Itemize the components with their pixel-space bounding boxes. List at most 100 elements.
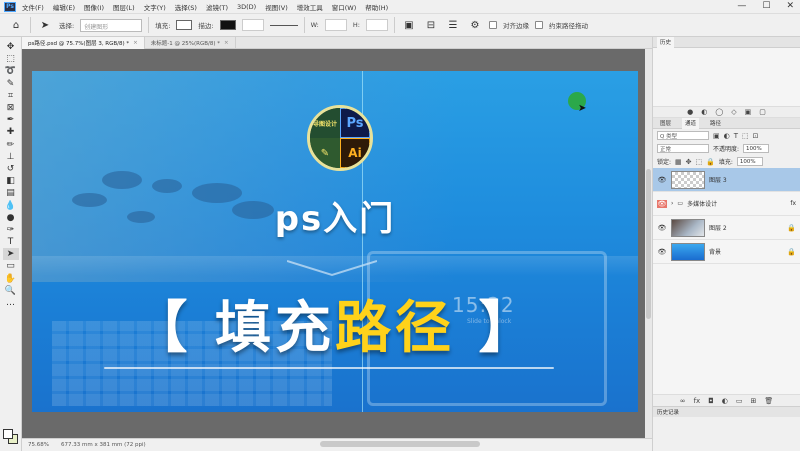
path-operations-icon[interactable]: ▣ <box>401 17 417 33</box>
blend-mode-select[interactable]: 正常 <box>657 144 709 153</box>
layer-name[interactable]: 背景 <box>709 247 783 256</box>
menu-select[interactable]: 选择(S) <box>175 2 197 12</box>
chevron-right-icon[interactable]: › <box>671 200 673 207</box>
menu-help[interactable]: 帮助(H) <box>365 2 388 12</box>
healing-brush-tool-icon[interactable]: ✚ <box>3 126 19 138</box>
camera-icon[interactable]: ▣ <box>745 108 752 116</box>
pen-tool-icon[interactable]: ✑ <box>3 224 19 236</box>
eye-icon[interactable]: 👁 <box>657 248 667 256</box>
path-icon[interactable]: ◇ <box>731 108 736 116</box>
type-filter-icon[interactable]: T <box>734 132 738 140</box>
group-icon[interactable]: ▭ <box>736 397 743 405</box>
fill-field[interactable]: 100% <box>736 157 763 166</box>
tab-channels[interactable]: 通道 <box>682 117 700 129</box>
menu-file[interactable]: 文件(F) <box>22 2 44 12</box>
maximize-icon[interactable]: ☐ <box>762 1 770 11</box>
quick-select-tool-icon[interactable]: ✎ <box>3 78 19 90</box>
fx-icon[interactable]: fx <box>790 200 796 207</box>
stroke-type-select[interactable] <box>269 24 298 26</box>
more-tools-icon[interactable]: … <box>3 297 19 309</box>
tab-history-record[interactable]: 历史记录 <box>653 406 800 417</box>
menu-3d[interactable]: 3D(D) <box>237 3 256 11</box>
gear-icon[interactable]: ⚙ <box>467 17 483 33</box>
brush-icon[interactable]: ◐ <box>701 108 707 116</box>
document-canvas[interactable]: 15:22 Slide to unlock 导图设计 Ps ✎ Ai ps入门 … <box>32 71 638 412</box>
layer-name[interactable]: 多媒体设计 <box>687 199 786 208</box>
height-field[interactable] <box>365 19 388 31</box>
adjustment-layer-icon[interactable]: ◐ <box>722 397 728 405</box>
adjustment-filter-icon[interactable]: ◐ <box>724 132 730 140</box>
crop-tool-icon[interactable]: ⌗ <box>3 90 19 102</box>
zoom-tool-icon[interactable]: 🔍 <box>3 285 19 297</box>
eye-icon[interactable]: 👁 <box>657 224 667 232</box>
type-tool-icon[interactable]: T <box>3 236 19 248</box>
layer-kind-select[interactable]: Q 类型 <box>657 131 709 140</box>
tab-layers[interactable]: 图层 <box>657 119 674 127</box>
shape-tool-icon[interactable]: ▭ <box>3 260 19 272</box>
path-selection-tool-icon[interactable]: ➤ <box>37 17 53 33</box>
zoom-level[interactable]: 75.68% <box>28 442 49 448</box>
gradient-tool-icon[interactable]: ▤ <box>3 187 19 199</box>
trash-icon[interactable]: 🗑 <box>764 397 773 405</box>
vertical-scrollbar[interactable] <box>645 49 652 438</box>
dodge-tool-icon[interactable]: ● <box>3 212 19 224</box>
lasso-tool-icon[interactable]: ➰ <box>3 65 19 77</box>
tab-paths[interactable]: 路径 <box>707 119 724 127</box>
eyedropper-tool-icon[interactable]: ✒ <box>3 114 19 126</box>
lock-position-icon[interactable]: ✥ <box>686 158 692 166</box>
constrain-path-checkbox[interactable] <box>534 21 543 29</box>
fill-swatch[interactable] <box>176 20 193 30</box>
stamp-tool-icon[interactable]: ⊥ <box>3 151 19 163</box>
align-edges-checkbox[interactable] <box>488 21 497 29</box>
close-icon[interactable]: ✕ <box>786 1 794 11</box>
menu-filter[interactable]: 滤镜(T) <box>206 2 228 12</box>
canvas-area[interactable]: 15:22 Slide to unlock 导图设计 Ps ✎ Ai ps入门 … <box>22 49 652 438</box>
lock-pixels-icon[interactable]: ▦ <box>675 158 682 166</box>
fx-icon[interactable]: fx <box>694 397 701 405</box>
adjust-icon[interactable]: ◯ <box>715 108 723 116</box>
close-tab-icon[interactable]: × <box>133 40 138 46</box>
path-arrangement-icon[interactable]: ☰ <box>445 17 461 33</box>
layer-row[interactable]: 👁 背景 🔒 <box>653 240 800 264</box>
opacity-field[interactable]: 100% <box>743 144 770 153</box>
minimize-icon[interactable]: — <box>737 1 746 11</box>
menu-view[interactable]: 视图(V) <box>265 2 288 12</box>
stroke-width-field[interactable] <box>241 19 264 31</box>
menu-window[interactable]: 窗口(W) <box>332 2 357 12</box>
layer-row[interactable]: 👁 图层 2 🔒 <box>653 216 800 240</box>
layer-group-row[interactable]: 👁 › ▭ 多媒体设计 fx <box>653 192 800 216</box>
layer-name[interactable]: 图层 2 <box>709 223 783 232</box>
eye-icon[interactable]: 👁 <box>657 176 667 184</box>
new-layer-icon[interactable]: ⊞ <box>750 397 756 405</box>
swatch-icon[interactable]: ● <box>687 108 693 116</box>
mask-icon[interactable]: ◘ <box>708 397 714 405</box>
blur-tool-icon[interactable]: 💧 <box>3 199 19 211</box>
width-field[interactable] <box>324 19 347 31</box>
close-tab-icon[interactable]: × <box>224 40 229 46</box>
menu-layer[interactable]: 图层(L) <box>113 2 135 12</box>
shape-mode-select[interactable]: 创建图形 <box>80 18 143 32</box>
frame-tool-icon[interactable]: ⊠ <box>3 102 19 114</box>
tab-history[interactable]: 历史 <box>657 36 675 48</box>
lock-artboard-icon[interactable]: ⬚ <box>696 158 703 166</box>
vertical-scrollbar-thumb[interactable] <box>646 169 651 319</box>
link-icon[interactable]: ∞ <box>680 397 686 405</box>
layer-name[interactable]: 图层 3 <box>709 175 796 184</box>
smart-object-filter-icon[interactable]: ⊡ <box>753 132 759 140</box>
menu-image[interactable]: 图像(I) <box>84 2 104 12</box>
menu-plugins[interactable]: 增效工具 <box>297 2 323 12</box>
marquee-tool-icon[interactable]: ⬚ <box>3 53 19 65</box>
path-alignment-icon[interactable]: ⊟ <box>423 17 439 33</box>
foreground-color-swatch[interactable] <box>3 429 13 439</box>
move-tool-icon[interactable]: ✥ <box>3 41 19 53</box>
eraser-tool-icon[interactable]: ◧ <box>3 175 19 187</box>
horizontal-scrollbar-thumb[interactable] <box>320 441 480 447</box>
hand-tool-icon[interactable]: ✋ <box>3 273 19 285</box>
color-swatches[interactable] <box>3 429 19 445</box>
history-brush-tool-icon[interactable]: ↺ <box>3 163 19 175</box>
path-selection-tool-icon[interactable]: ➤ <box>2 248 19 261</box>
menu-type[interactable]: 文字(Y) <box>144 2 166 12</box>
home-icon[interactable]: ⌂ <box>8 17 24 33</box>
document-tab-active[interactable]: ps路径.psd @ 75.7%(图层 3, RGB/8) * × <box>22 37 145 49</box>
stroke-swatch[interactable] <box>219 20 236 30</box>
